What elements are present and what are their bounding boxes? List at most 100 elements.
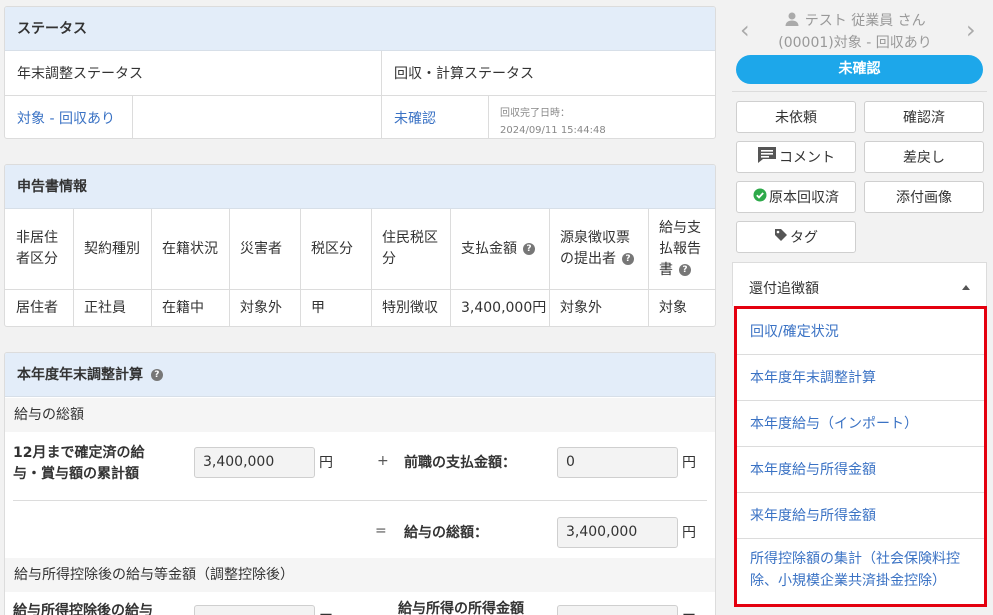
header-text: 在籍状況 (162, 239, 218, 260)
header-withholding-submitter: 源泉徴収票の提出者? (549, 209, 648, 289)
menu-item-salary-import[interactable]: 本年度給与（インポート） (737, 401, 984, 447)
declaration-panel-title: 申告書情報 (5, 165, 715, 209)
menu-item-deduction-summary[interactable]: 所得控除額の集計（社会保険料控 除、小規模企業共済掛金控除） (737, 539, 984, 603)
next-employee-arrow[interactable]: › (966, 16, 976, 44)
header-disaster: 災害者 (229, 209, 300, 289)
send-back-button[interactable]: 差戻し (864, 141, 984, 173)
menu-item-next-year-income[interactable]: 来年度給与所得金額 (737, 493, 984, 539)
column-divider (229, 209, 230, 326)
status-badge: 未確認 (736, 55, 983, 84)
cumulative-salary-label: 12月まで確定済の給 与・賞与額の累計額 (13, 443, 144, 485)
header-text: 源泉徴収票の提出者? (560, 228, 634, 270)
person-icon (784, 11, 800, 31)
header-contract-type: 契約種別 (73, 209, 151, 289)
header-line: 非居住 (16, 230, 58, 246)
header-line: 税区分 (311, 240, 353, 257)
tag-button[interactable]: タグ (736, 221, 856, 253)
total-salary-input[interactable]: 3,400,000 (557, 517, 678, 548)
header-line: 源泉徴収票 (560, 230, 630, 246)
header-text: 支払金額? (461, 239, 535, 260)
prev-job-input[interactable]: 0 (557, 447, 678, 478)
after-deduction-section-label: 給与所得控除後の給与等金額（調整控除後） (5, 558, 715, 592)
equals-sign: = (375, 523, 387, 539)
menu-item-current-income[interactable]: 本年度給与所得金額 (737, 447, 984, 493)
header-salary-report: 給与支 払報告書? (648, 209, 715, 289)
header-line: 給与支 (659, 219, 701, 236)
header-text: 契約種別 (84, 239, 140, 260)
prev-job-label: 前職の支払金額： (404, 455, 516, 471)
employee-name-row: テスト 従業員 さん (760, 10, 950, 31)
column-divider (648, 209, 649, 326)
column-divider (371, 209, 372, 326)
cumulative-label-line1: 12月まで確定済の給 (13, 445, 145, 461)
calc-panel-title: 本年度年末調整計算 ? (5, 353, 715, 397)
help-icon[interactable]: ? (150, 369, 163, 381)
header-line: 書 (659, 261, 673, 278)
help-icon[interactable]: ? (622, 253, 634, 265)
income-amount-input[interactable] (557, 605, 678, 615)
menu-item-collection-status[interactable]: 回収/確定状況 (737, 309, 984, 355)
value-tax-class: 甲 (311, 300, 325, 316)
attached-images-label: 添付画像 (896, 190, 952, 206)
header-nonresident: 非居住 者区分 (5, 209, 73, 289)
minus-sign: ー (319, 605, 333, 615)
year-end-status-link[interactable]: 対象 - 回収あり (5, 96, 132, 138)
attached-images-button[interactable]: 添付画像 (864, 181, 984, 213)
status-value-row: 対象 - 回収あり 未確認 回収完了日時： 2024/09/11 15:44:4… (5, 96, 715, 138)
value-withholding-submitter: 対象外 (560, 300, 602, 316)
confirmed-button[interactable]: 確認済 (864, 101, 984, 133)
value-resident-tax: 特別徴収 (382, 300, 438, 316)
value-payment-amount: 3,400,000円 (461, 300, 547, 316)
column-divider (450, 209, 451, 326)
refund-dropdown-label: 還付追徴額 (749, 281, 819, 297)
check-circle-icon (753, 188, 767, 206)
after-deduction-input[interactable] (194, 605, 315, 615)
menu-item-deduction-line2: 除、小規模企業共済掛金控除） (750, 573, 946, 589)
collected-datetime: 回収完了日時： 2024/09/11 15:44:48 (500, 105, 606, 138)
menu-item-year-end-calc[interactable]: 本年度年末調整計算 (737, 355, 984, 401)
refund-dropdown[interactable]: 還付追徴額 (732, 262, 987, 306)
status-panel: ステータス 年末調整ステータス 回収・計算ステータス 対象 - 回収あり 未確認… (4, 6, 716, 139)
header-text: 税区分 (311, 239, 353, 260)
value-contract-type: 正社員 (84, 300, 126, 316)
value-salary-report: 対象 (659, 300, 687, 316)
not-requested-label: 未依頼 (775, 110, 817, 126)
after-deduction-label: 給与所得控除後の給与 (13, 603, 153, 615)
comment-label: コメント (779, 150, 835, 166)
yen-unit: 円 (319, 455, 333, 471)
header-line: 災害者 (240, 240, 282, 257)
tag-icon (774, 228, 788, 246)
confirmed-label: 確認済 (903, 110, 945, 126)
yen-unit: 円 (682, 525, 696, 541)
help-icon[interactable]: ? (679, 263, 691, 276)
header-line: 者区分 (16, 251, 58, 267)
calc-panel-title-text: 本年度年末調整計算 (17, 367, 143, 383)
header-line: 住民税区 (382, 230, 438, 246)
declaration-table: 非居住 者区分 居住者 契約種別 正社員 在籍状況 在籍中 災害者 対象外 税区分甲 住民税区分特別… (5, 209, 715, 326)
comment-button[interactable]: コメント (736, 141, 856, 173)
cumulative-salary-input[interactable]: 3,400,000 (194, 447, 315, 478)
original-collected-button[interactable]: 原本回収済 (736, 181, 856, 213)
collected-label: 回収完了日時： (500, 108, 570, 119)
menu-item-deduction-line1: 所得控除額の集計（社会保険料控 (750, 551, 960, 567)
original-collected-label: 原本回収済 (769, 190, 839, 206)
help-icon[interactable]: ? (523, 242, 535, 255)
header-line: 契約種別 (84, 240, 140, 257)
prev-employee-arrow[interactable]: ‹ (740, 16, 750, 44)
header-text: 給与支 払報告書? (659, 218, 701, 281)
header-resident-tax: 住民税区分 (371, 209, 450, 289)
header-text: 災害者 (240, 239, 282, 260)
minus-sign: ー (682, 605, 696, 615)
header-line: の提出者 (560, 251, 616, 267)
total-salary-label: 給与の総額： (404, 525, 488, 541)
status-panel-title: ステータス (5, 7, 715, 51)
not-requested-button[interactable]: 未依頼 (736, 101, 856, 133)
column-divider (300, 209, 301, 326)
tag-label: タグ (790, 230, 818, 246)
comment-icon (757, 146, 777, 168)
caret-up-icon (962, 285, 970, 290)
year-end-status-header: 年末調整ステータス (17, 66, 143, 82)
header-text: 住民税区分 (382, 228, 438, 270)
calc-status-link[interactable]: 未確認 (382, 96, 488, 138)
employee-name: テスト 従業員 さん (804, 13, 926, 29)
